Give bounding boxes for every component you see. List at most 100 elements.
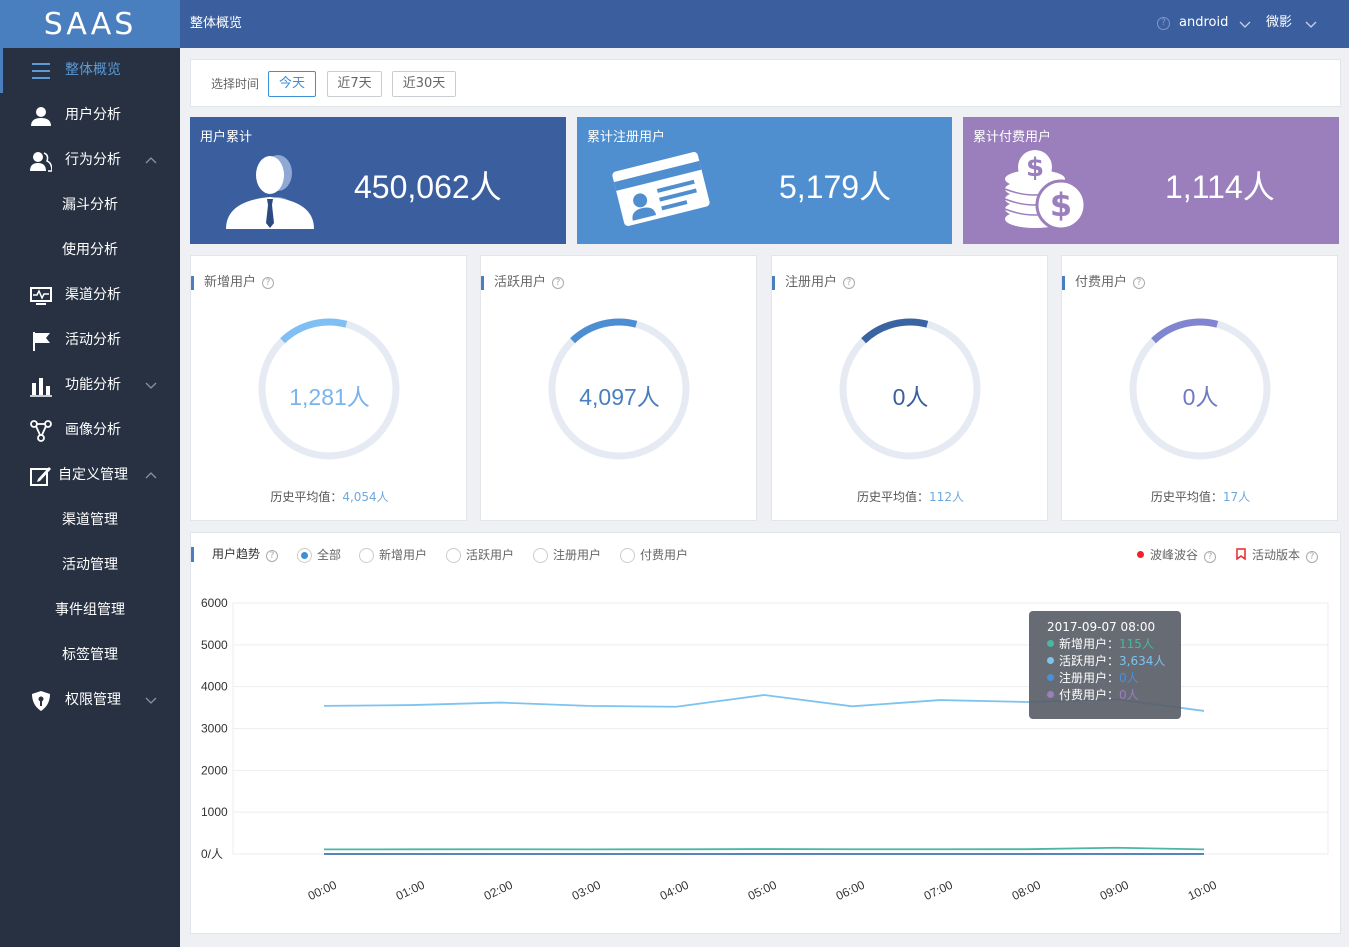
stat-value: 1,114人 xyxy=(1165,169,1275,205)
sidebar-item-funnel[interactable]: 漏斗分析 xyxy=(0,183,180,228)
help-icon[interactable]: ? xyxy=(843,277,856,289)
chevron-down-icon[interactable] xyxy=(144,693,158,707)
sidebar-item-channel-analysis[interactable]: 渠道分析 xyxy=(0,273,180,318)
tooltip-row-value: 115人 xyxy=(1119,637,1154,651)
shield-icon xyxy=(32,691,50,711)
help-icon[interactable]: ? xyxy=(1157,17,1170,30)
series-line xyxy=(323,846,1205,851)
ring-value: 1,281人 xyxy=(289,384,370,410)
chevron-down-icon[interactable] xyxy=(1238,17,1252,31)
sidebar-item-label: 使用分析 xyxy=(62,242,118,258)
sidebar-item-feature-analysis[interactable]: 功能分析 xyxy=(0,363,180,408)
sidebar-item-user-analysis[interactable]: 用户分析 xyxy=(0,93,180,138)
x-tick-label: 01:00 xyxy=(394,878,427,904)
tooltip-row-label: 注册用户： xyxy=(1059,671,1120,685)
app-logo[interactable]: SAAS xyxy=(0,0,180,48)
last-30-days-button[interactable]: 近30天 xyxy=(392,71,456,97)
stat-card-total-users: 用户累计 450,062人 xyxy=(190,117,566,244)
tooltip-title: 2017-09-07 08:00 xyxy=(1047,620,1156,634)
help-icon[interactable]: ? xyxy=(262,277,275,289)
sidebar-item-overview[interactable]: 整体概览 xyxy=(0,48,180,93)
sidebar-item-label: 渠道分析 xyxy=(65,287,121,303)
ring-card-paying-users: 付费用户? 0人 历史平均值：17人 xyxy=(1061,255,1338,521)
sidebar-item-tag-management[interactable]: 标签管理 xyxy=(0,633,180,678)
x-tick-label: 08:00 xyxy=(1010,878,1043,904)
ring-card-new-users: 新增用户? 1,281人 历史平均值：4,054人 xyxy=(190,255,467,521)
y-tick-label: 4000 xyxy=(201,680,228,694)
dot-icon xyxy=(1047,674,1054,681)
stat-value: 5,179人 xyxy=(779,169,892,205)
sidebar-item-event-group-management[interactable]: 事件组管理 xyxy=(0,588,180,633)
sidebar-item-activity-analysis[interactable]: 活动分析 xyxy=(0,318,180,363)
last-7-days-button[interactable]: 近7天 xyxy=(327,71,382,97)
sidebar-item-custom-management[interactable]: 自定义管理 xyxy=(0,453,180,498)
y-tick-label: 5000 xyxy=(201,638,228,652)
sidebar: SAAS 整体概览 用户分析 行为分析 漏斗分析 使用分析 渠道分析 活动分析 xyxy=(0,0,180,947)
help-icon[interactable]: ? xyxy=(552,277,565,289)
ring-value: 0人 xyxy=(892,384,929,410)
chevron-up-icon[interactable] xyxy=(144,153,158,167)
sidebar-item-label: 整体概览 xyxy=(65,62,121,78)
platform-select[interactable]: android xyxy=(1179,0,1228,46)
sidebar-item-label: 画像分析 xyxy=(65,422,121,438)
sidebar-item-label: 渠道管理 xyxy=(62,512,118,528)
tooltip-row-value: 3,634人 xyxy=(1119,654,1166,668)
y-tick-label: 2000 xyxy=(201,763,228,777)
sidebar-item-activity-management[interactable]: 活动管理 xyxy=(0,543,180,588)
edit-icon xyxy=(30,467,51,486)
ring-title-text: 新增用户 xyxy=(204,275,257,290)
trend-line-chart: 0/人 1000 2000 3000 4000 5000 6000 00:00 01:00 02:… xyxy=(201,596,1329,904)
chevron-down-icon[interactable] xyxy=(144,378,158,392)
ring-title: 新增用户? xyxy=(191,275,275,290)
time-filter-label: 选择时间 xyxy=(211,77,260,91)
businessman-icon xyxy=(226,155,314,229)
tooltip-row-label: 新增用户： xyxy=(1059,637,1120,651)
avg-label: 历史平均值： xyxy=(857,490,930,504)
sidebar-item-behavior-analysis[interactable]: 行为分析 xyxy=(0,138,180,183)
help-icon[interactable]: ? xyxy=(1133,277,1146,289)
chevron-down-icon[interactable] xyxy=(1304,17,1318,31)
ring-history-avg: 历史平均值：112人 xyxy=(772,488,1049,505)
ring-title-text: 注册用户 xyxy=(785,275,838,290)
ring-value: 4,097人 xyxy=(579,384,660,410)
page-title: 整体概览 xyxy=(190,16,243,31)
app-select[interactable]: 微影 xyxy=(1266,0,1292,46)
chevron-up-icon[interactable] xyxy=(144,468,158,482)
stat-title: 用户累计 xyxy=(200,130,253,145)
dot-icon xyxy=(1047,691,1054,698)
y-tick-label: 1000 xyxy=(201,805,228,819)
today-button[interactable]: 今天 xyxy=(268,71,316,97)
sidebar-item-permission-management[interactable]: 权限管理 xyxy=(0,678,180,723)
coins-icon: $ $ xyxy=(1004,150,1087,231)
sidebar-item-profile-analysis[interactable]: 画像分析 xyxy=(0,408,180,453)
sidebar-item-label: 用户分析 xyxy=(65,107,121,123)
x-tick-label: 03:00 xyxy=(570,878,603,904)
id-card-icon xyxy=(612,152,710,226)
x-tick-label: 00:00 xyxy=(306,878,339,904)
x-tick-label: 05:00 xyxy=(746,878,779,904)
bar-chart-icon xyxy=(30,378,52,397)
sidebar-nav: 整体概览 用户分析 行为分析 漏斗分析 使用分析 渠道分析 活动分析 功能分析 xyxy=(0,48,180,723)
sidebar-item-label: 功能分析 xyxy=(65,377,121,393)
sidebar-item-label: 活动分析 xyxy=(65,332,121,348)
sidebar-item-usage[interactable]: 使用分析 xyxy=(0,228,180,273)
monitor-icon xyxy=(30,287,52,305)
sidebar-item-label: 事件组管理 xyxy=(55,602,125,618)
ring-card-active-users: 活跃用户? 4,097人 xyxy=(480,255,757,521)
x-tick-label: 07:00 xyxy=(922,878,955,904)
tooltip-row-value: 0人 xyxy=(1119,688,1139,702)
stat-value: 450,062人 xyxy=(354,169,502,205)
tooltip-row-value: 0人 xyxy=(1119,671,1139,685)
avg-value: 112人 xyxy=(929,490,964,504)
avg-label: 历史平均值： xyxy=(1150,490,1223,504)
network-icon xyxy=(30,420,52,442)
x-tick-label: 10:00 xyxy=(1186,878,1219,904)
avg-label: 历史平均值： xyxy=(270,490,343,504)
x-tick-label: 06:00 xyxy=(834,878,867,904)
tooltip-row-label: 活跃用户： xyxy=(1059,654,1120,668)
ring-history-avg: 历史平均值：17人 xyxy=(1062,488,1339,505)
sidebar-item-label: 自定义管理 xyxy=(58,467,128,483)
svg-text:$: $ xyxy=(1050,186,1072,224)
sidebar-item-channel-management[interactable]: 渠道管理 xyxy=(0,498,180,543)
sidebar-item-label: 活动管理 xyxy=(62,557,118,573)
